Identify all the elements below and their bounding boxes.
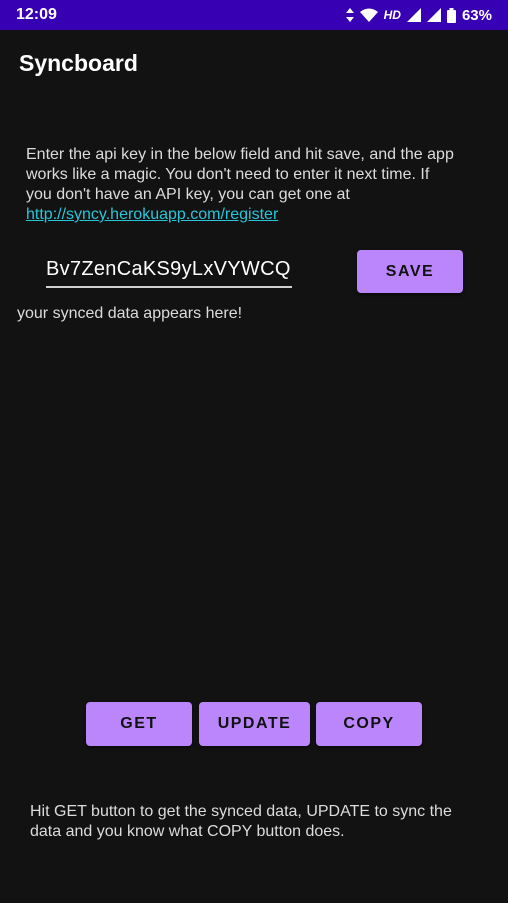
intro-text: Enter the api key in the below field and…	[26, 146, 454, 203]
api-key-value: Bv7ZenCaKS9yLxVYWCQ	[46, 258, 291, 280]
app-title: Syncboard	[19, 50, 138, 76]
update-button[interactable]: UPDATE	[199, 702, 310, 746]
synced-data-text: your synced data appears here!	[17, 305, 243, 322]
api-key-input[interactable]: Bv7ZenCaKS9yLxVYWCQ	[46, 256, 292, 288]
network-type-label: HD	[383, 8, 401, 22]
wifi-icon	[359, 8, 378, 22]
data-arrows-icon	[345, 8, 354, 22]
get-button[interactable]: GET	[86, 702, 192, 746]
signal-icon	[426, 8, 441, 22]
register-link[interactable]: http://syncy.herokuapp.com/register	[26, 205, 456, 225]
signal-icon	[406, 8, 421, 22]
status-time: 12:09	[16, 6, 57, 23]
footer-help-text: Hit GET button to get the synced data, U…	[30, 803, 452, 840]
copy-button[interactable]: COPY	[316, 702, 422, 746]
save-button[interactable]: SAVE	[357, 250, 463, 293]
status-icons: HD 63%	[345, 6, 492, 24]
status-bar: 12:09 HD 63%	[0, 0, 508, 30]
intro-text-block: Enter the api key in the below field and…	[26, 145, 456, 225]
battery-icon	[446, 7, 456, 23]
battery-percent: 63%	[461, 6, 492, 24]
app-bar: Syncboard	[0, 30, 508, 96]
